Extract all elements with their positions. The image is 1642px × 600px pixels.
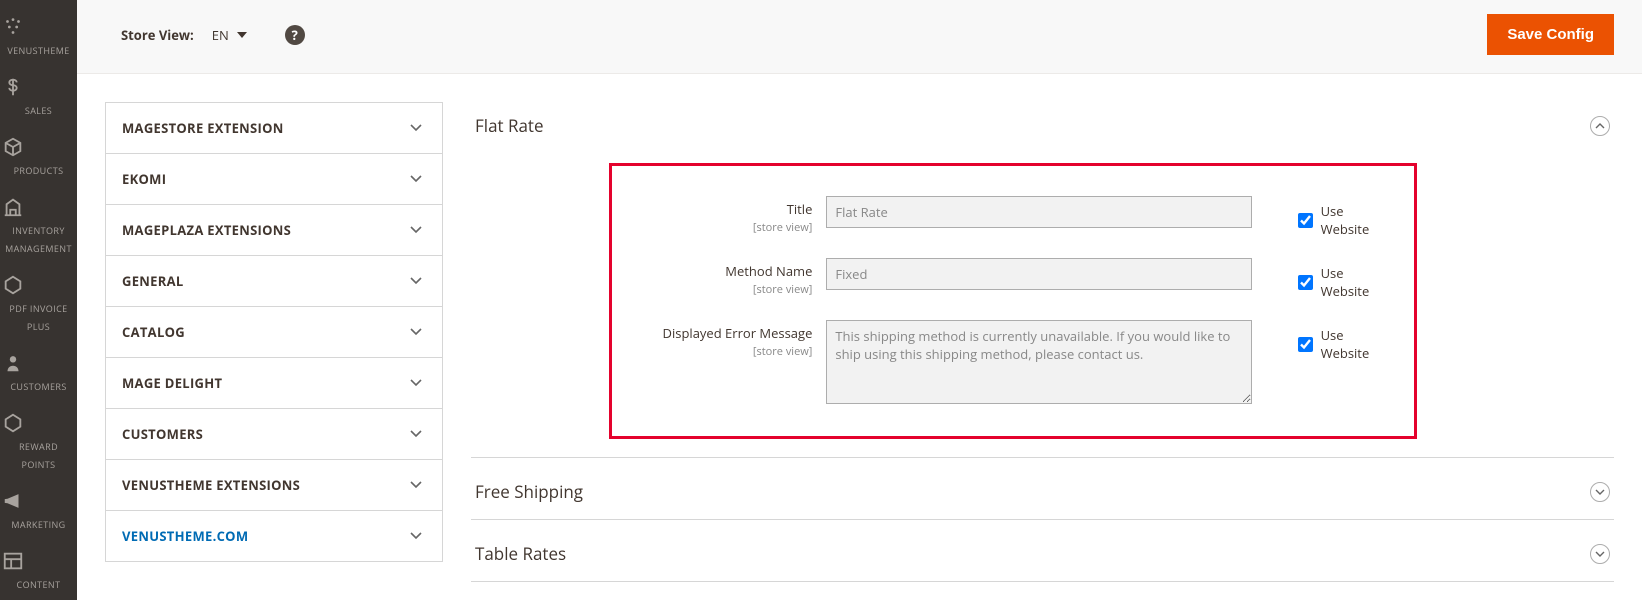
caret-down-icon <box>237 32 247 38</box>
tab-venustheme-extensions[interactable]: VENUSTHEME EXTENSIONS <box>106 460 442 511</box>
sidebar-item-content[interactable]: CONTENT <box>0 540 77 600</box>
use-website-checkbox-method[interactable] <box>1298 275 1313 290</box>
chevron-down-icon <box>410 175 422 183</box>
field-label: Title <box>632 200 812 218</box>
field-method-name: Method Name [store view] Use Website <box>632 258 1394 300</box>
chevron-down-icon <box>410 226 422 234</box>
section-free-shipping: Free Shipping <box>471 468 1614 520</box>
tab-label: MAGESTORE EXTENSION <box>122 119 284 137</box>
collapse-icon <box>1590 116 1610 136</box>
use-website-label: Use Website <box>1321 202 1394 238</box>
sidebar-item-inventory[interactable]: INVENTORY MANAGEMENT <box>0 186 77 264</box>
section-title: Flat Rate <box>475 114 544 137</box>
layout-icon <box>2 550 75 572</box>
megaphone-icon <box>2 490 75 512</box>
sidebar-item-pdfinvoice[interactable]: PDF INVOICE PLUS <box>0 264 77 342</box>
section-flat-rate: Flat Rate Title [store view] <box>471 102 1614 458</box>
store-view-value: EN <box>212 26 229 44</box>
tab-label: VENUSTHEME EXTENSIONS <box>122 476 300 494</box>
chevron-down-icon <box>410 481 422 489</box>
section-table-rates: Table Rates <box>471 530 1614 582</box>
cube-icon <box>2 136 75 158</box>
use-website-label: Use Website <box>1321 326 1394 362</box>
tab-label: CUSTOMERS <box>122 425 203 443</box>
sidebar-item-label: CUSTOMERS <box>10 380 66 393</box>
section-divider <box>471 581 1614 582</box>
store-view-select[interactable]: EN <box>212 26 247 44</box>
admin-sidebar: VENUSTHEME SALES PRODUCTS INVENTORY MANA… <box>0 0 77 600</box>
tab-magestore-extension[interactable]: MAGESTORE EXTENSION <box>106 103 442 154</box>
section-title: Table Rates <box>475 542 566 565</box>
config-tabs: MAGESTORE EXTENSION EKOMI MAGEPLAZA EXTE… <box>105 102 443 562</box>
title-input[interactable] <box>826 196 1252 228</box>
chevron-down-icon <box>410 328 422 336</box>
save-config-button[interactable]: Save Config <box>1487 14 1614 55</box>
store-view-label: Store View: <box>121 26 194 44</box>
sidebar-item-label: PDF INVOICE PLUS <box>9 302 67 333</box>
section-divider <box>471 519 1614 520</box>
hexagon-icon <box>2 412 75 434</box>
chevron-down-icon <box>410 379 422 387</box>
person-icon <box>2 352 75 374</box>
sidebar-item-marketing[interactable]: MARKETING <box>0 480 77 540</box>
field-title: Title [store view] Use Website <box>632 196 1394 238</box>
tab-ekomi[interactable]: EKOMI <box>106 154 442 205</box>
use-website-checkbox-title[interactable] <box>1298 213 1313 228</box>
help-icon[interactable]: ? <box>285 25 305 45</box>
tab-venustheme-com[interactable]: VENUSTHEME.COM <box>106 511 442 561</box>
sidebar-item-label: VENUSTHEME <box>7 44 69 57</box>
tab-mage-delight[interactable]: MAGE DELIGHT <box>106 358 442 409</box>
tab-customers[interactable]: CUSTOMERS <box>106 409 442 460</box>
section-title: Free Shipping <box>475 480 583 503</box>
expand-icon <box>1590 544 1610 564</box>
sidebar-item-label: PRODUCTS <box>14 164 64 177</box>
field-scope: [store view] <box>632 220 812 235</box>
main-content: Store View: EN ? Save Config MAGESTORE E… <box>77 0 1642 600</box>
field-scope: [store view] <box>632 344 812 359</box>
tab-label: CATALOG <box>122 323 185 341</box>
field-label: Method Name <box>632 262 812 280</box>
config-content: Flat Rate Title [store view] <box>471 102 1614 592</box>
sidebar-item-sales[interactable]: SALES <box>0 66 77 126</box>
use-website-label: Use Website <box>1321 264 1394 300</box>
sparkle-icon <box>2 16 75 38</box>
section-header-flat-rate[interactable]: Flat Rate <box>471 102 1614 153</box>
sidebar-item-products[interactable]: PRODUCTS <box>0 126 77 186</box>
tab-label: MAGEPLAZA EXTENSIONS <box>122 221 291 239</box>
use-website-checkbox-error[interactable] <box>1298 337 1313 352</box>
chevron-down-icon <box>410 277 422 285</box>
sidebar-item-customers[interactable]: CUSTOMERS <box>0 342 77 402</box>
flat-rate-form-block: Title [store view] Use Website <box>609 163 1417 439</box>
tab-label: VENUSTHEME.COM <box>122 527 248 545</box>
error-message-textarea[interactable] <box>826 320 1252 404</box>
chevron-down-icon <box>410 124 422 132</box>
tab-label: EKOMI <box>122 170 166 188</box>
tab-label: MAGE DELIGHT <box>122 374 222 392</box>
section-header-free-shipping[interactable]: Free Shipping <box>471 468 1614 519</box>
sidebar-item-label: MARKETING <box>11 518 65 531</box>
sidebar-item-label: SALES <box>25 104 52 117</box>
field-scope: [store view] <box>632 282 812 297</box>
chevron-down-icon <box>410 430 422 438</box>
building-icon <box>2 196 75 218</box>
field-error-message: Displayed Error Message [store view] Use… <box>632 320 1394 408</box>
top-bar: Store View: EN ? Save Config <box>77 0 1642 74</box>
tab-mageplaza-extensions[interactable]: MAGEPLAZA EXTENSIONS <box>106 205 442 256</box>
section-header-table-rates[interactable]: Table Rates <box>471 530 1614 581</box>
sidebar-item-venustheme[interactable]: VENUSTHEME <box>0 6 77 66</box>
hexagon-icon <box>2 274 75 296</box>
expand-icon <box>1590 482 1610 502</box>
sidebar-item-label: CONTENT <box>17 578 61 591</box>
field-label: Displayed Error Message <box>632 324 812 342</box>
tab-general[interactable]: GENERAL <box>106 256 442 307</box>
dollar-icon <box>2 76 75 98</box>
tab-label: GENERAL <box>122 272 184 290</box>
sidebar-item-label: INVENTORY MANAGEMENT <box>5 224 72 255</box>
chevron-down-icon <box>410 532 422 540</box>
sidebar-item-label: REWARD POINTS <box>19 440 58 471</box>
section-divider <box>471 457 1614 458</box>
sidebar-item-reward[interactable]: REWARD POINTS <box>0 402 77 480</box>
method-name-input[interactable] <box>826 258 1252 290</box>
tab-catalog[interactable]: CATALOG <box>106 307 442 358</box>
